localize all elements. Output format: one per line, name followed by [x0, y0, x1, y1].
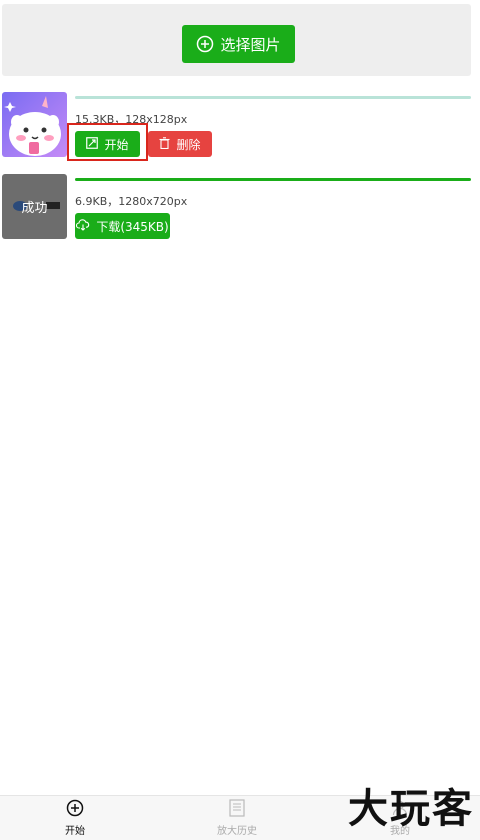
- upload-progress-bar: [75, 96, 471, 99]
- watermark-logo: 大玩客: [348, 785, 474, 832]
- image-thumbnail: [2, 92, 67, 157]
- success-overlay: 成功: [21, 201, 48, 216]
- upload-progress-bar: [75, 178, 471, 181]
- bottom-tab-bar: 开始 放大历史 我的 大玩客: [0, 785, 480, 840]
- select-image-label: 选择图片: [220, 35, 281, 54]
- start-label: 开始: [104, 137, 129, 152]
- tab-history-label: 放大历史: [217, 826, 257, 837]
- download-button[interactable]: 下载(345KB): [75, 213, 170, 239]
- cloud-download-icon: [76, 218, 90, 234]
- plus-circle-icon: [196, 35, 214, 53]
- document-icon: [229, 799, 245, 820]
- image-thumbnail: 成功: [2, 174, 67, 239]
- upload-panel: 选择图片: [2, 4, 471, 76]
- start-button[interactable]: 开始: [75, 131, 140, 157]
- delete-label: 删除: [176, 137, 201, 152]
- download-label: 下载(345KB): [96, 219, 169, 234]
- tab-start-label: 开始: [65, 826, 85, 837]
- delete-button[interactable]: 删除: [148, 131, 212, 157]
- plus-circle-icon: [66, 799, 84, 820]
- tab-start[interactable]: 开始: [50, 796, 100, 840]
- image-meta: 6.9KB，1280x720px: [75, 195, 188, 208]
- expand-icon: [86, 136, 99, 152]
- select-image-button[interactable]: 选择图片: [182, 25, 295, 63]
- trash-icon: [159, 136, 170, 152]
- tab-history[interactable]: 放大历史: [207, 796, 267, 840]
